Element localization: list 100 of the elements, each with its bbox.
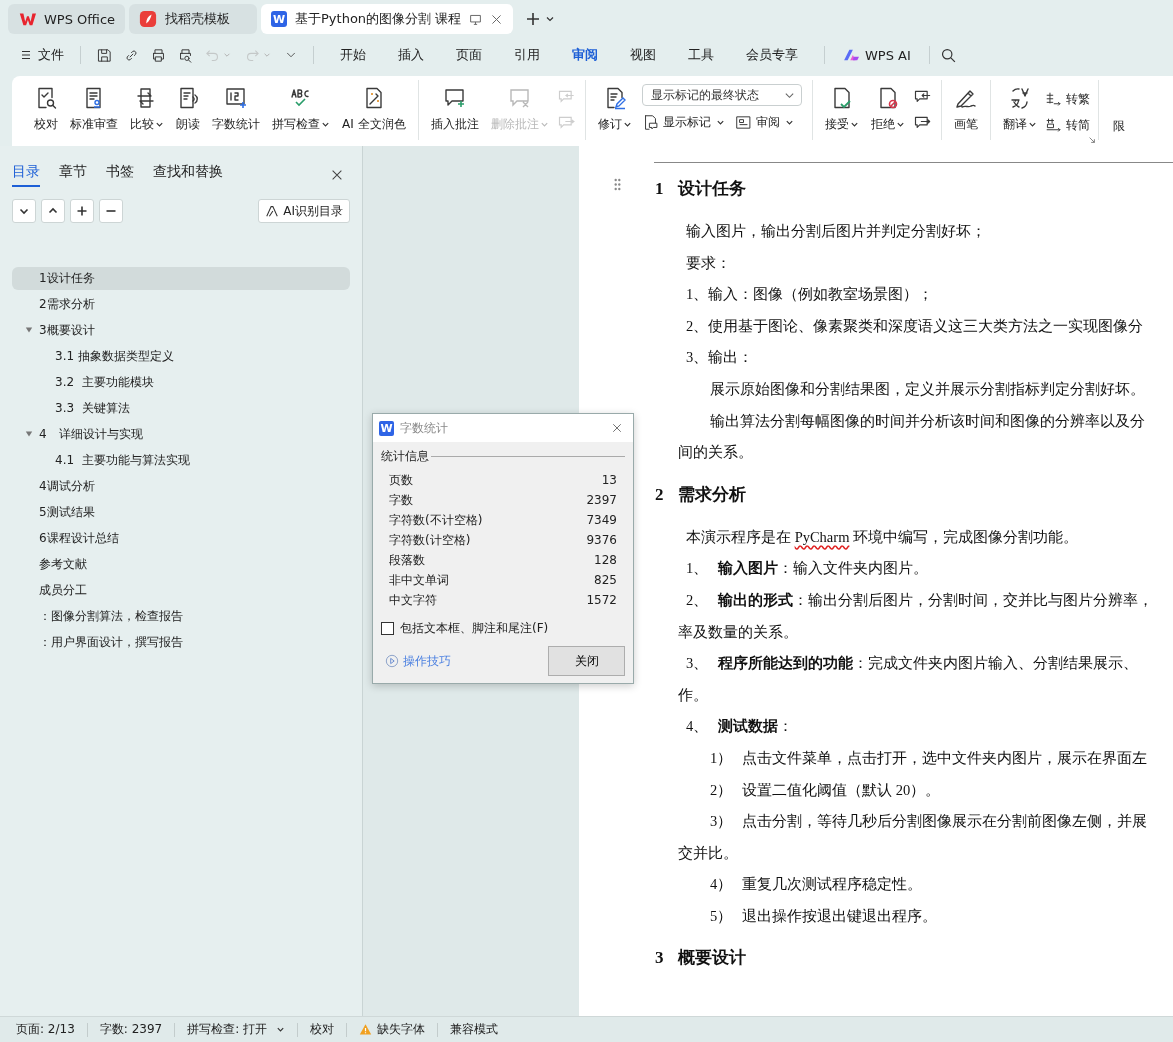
stat-label: 中文字符 — [389, 591, 437, 609]
ribbon-button[interactable]: 转简 — [1044, 114, 1090, 136]
stat-value: 7349 — [586, 513, 617, 527]
toc-item[interactable]: 3概要设计 — [12, 319, 350, 342]
ribbon-button[interactable]: 显示标记 — [641, 111, 725, 133]
add-comment-icon — [442, 86, 467, 110]
demote-button[interactable] — [99, 199, 123, 223]
toc-item[interactable]: ：用户界面设计，撰写报告 — [12, 631, 350, 654]
ribbon-button[interactable]: AI 全文润色 — [336, 84, 412, 135]
list-number: 3、 — [686, 654, 710, 674]
stat-value: 9376 — [586, 533, 617, 547]
ribbon-button[interactable]: 审阅 — [734, 111, 794, 133]
ribbon-button[interactable]: 接受 — [818, 84, 865, 135]
ai-toc-button[interactable]: AI识别目录 — [258, 199, 350, 223]
paragraph: 展示原始图像和分割结果图，定义并展示分割指标判定分割好坏。 — [709, 379, 1146, 399]
ribbon-button[interactable]: 朗读 — [170, 84, 206, 135]
file-label: 文件 — [38, 46, 64, 64]
status-item[interactable]: 校对 — [310, 1021, 335, 1038]
expand-button[interactable] — [41, 199, 65, 223]
wps-ai-button[interactable]: WPS AI — [835, 47, 919, 63]
monitor-icon[interactable] — [469, 12, 483, 26]
toc-item[interactable]: 1设计任务 — [12, 267, 350, 290]
stat-label: 字符数(计空格) — [389, 531, 471, 549]
ribbon-tab[interactable]: 会员专享 — [730, 38, 814, 72]
caret-icon[interactable] — [545, 14, 556, 24]
new-tab-icon[interactable] — [525, 11, 542, 27]
toc-item[interactable]: 5测试结果 — [12, 501, 350, 524]
ribbon-button[interactable]: 翻译 — [996, 84, 1043, 135]
ribbon-button[interactable]: 拒绝 — [864, 84, 911, 135]
status-item[interactable]: 缺失字体 — [377, 1021, 426, 1038]
search-icon[interactable] — [939, 46, 957, 64]
ribbon-button[interactable]: 画笔 — [947, 84, 984, 135]
toc-item[interactable]: 6课程设计总结 — [12, 527, 350, 550]
status-item[interactable]: 字数: 2397 — [99, 1021, 163, 1038]
ribbon-button[interactable]: 校对 — [28, 84, 64, 135]
paragraph: 交并比。 — [678, 843, 739, 863]
list-item-text: 输出的形式：输出分割后图片，分割时间，交并比与图片分辨率， — [718, 590, 1153, 610]
tips-link[interactable]: 操作技巧 — [403, 652, 451, 670]
window-tab[interactable]: W 基于Python的图像分割 课程 — [261, 4, 514, 34]
collapse-button[interactable] — [12, 199, 36, 223]
checkbox-label[interactable]: 包括文本框、脚注和尾注(F) — [400, 620, 549, 637]
ribbon-tab[interactable]: 页面 — [440, 38, 498, 72]
paragraph: 输入图片，输出分割后图片并判定分割好坏； — [685, 222, 987, 241]
ribbon-button[interactable]: 标准审查 — [64, 84, 124, 135]
pane-tab[interactable]: 章节 — [59, 163, 87, 187]
promote-button[interactable] — [70, 199, 94, 223]
list-number: 4、 — [686, 717, 710, 737]
status-dropdown[interactable]: 拼写检查: 打开 — [187, 1021, 286, 1038]
stat-value: 2397 — [586, 493, 617, 507]
window-tab[interactable]: 找稻壳模板 — [129, 4, 258, 34]
save-icon[interactable] — [96, 46, 113, 64]
ribbon-tab[interactable]: 引用 — [498, 38, 556, 72]
status-item[interactable]: 页面: 2/13 — [16, 1021, 75, 1038]
pane-tab[interactable]: 查找和替换 — [153, 163, 223, 187]
toc-item[interactable]: 2需求分析 — [12, 293, 350, 316]
stat-value: 128 — [594, 553, 617, 567]
checkbox[interactable] — [381, 622, 394, 635]
window-tab[interactable]: WPS Office — [8, 4, 126, 34]
toc-item[interactable]: ：图像分割算法，检查报告 — [12, 605, 350, 628]
convert-icon — [1044, 90, 1062, 108]
list-item-text: 点击分割，等待几秒后分割图像展示在分割前图像左侧，并展 — [742, 812, 1147, 832]
ribbon-tab[interactable]: 插入 — [382, 38, 440, 72]
close-icon[interactable] — [611, 422, 623, 434]
close-button[interactable]: 关闭 — [548, 646, 625, 676]
print-icon[interactable] — [150, 46, 167, 64]
file-menu[interactable]: 文件 — [14, 46, 70, 64]
ribbon-button[interactable]: 字数统计 — [206, 84, 266, 135]
ribbon-button[interactable]: 比较 — [124, 84, 170, 135]
ribbon-tab[interactable]: 视图 — [614, 38, 672, 72]
stat-value: 825 — [594, 573, 617, 587]
expand-arrow-icon[interactable] — [25, 430, 33, 438]
pane-tab[interactable]: 书签 — [106, 163, 134, 187]
status-item[interactable]: 兼容模式 — [450, 1021, 499, 1038]
toc-item[interactable]: 成员分工 — [12, 579, 350, 602]
toc-item[interactable]: 3.1 抽象数据类型定义 — [12, 345, 350, 368]
paragraph: 作。 — [678, 685, 709, 705]
toc-item[interactable]: 3.3 关键算法 — [12, 397, 350, 420]
close-icon[interactable] — [330, 168, 344, 182]
pane-tab[interactable]: 目录 — [12, 163, 40, 187]
close-icon[interactable] — [490, 12, 504, 26]
ribbon-button[interactable]: 限 — [1104, 84, 1125, 135]
markup-dropdown[interactable]: 显示标记的最终状态 — [641, 84, 802, 106]
drag-handle-icon[interactable] — [613, 177, 622, 192]
toc-item[interactable]: 参考文献 — [12, 553, 350, 576]
toc-item[interactable]: 4 详细设计与实现 — [12, 423, 350, 446]
toc-item[interactable]: 3.2 主要功能模块 — [12, 371, 350, 394]
list-item-text: 重复几次测试程序稳定性。 — [742, 875, 922, 895]
paragraph: 本演示程序是在 PyCharm 环境中编写，完成图像分割功能。 — [685, 527, 1080, 547]
expand-arrow-icon[interactable] — [25, 326, 33, 334]
ribbon-button[interactable]: 拼写检查 — [266, 84, 336, 135]
ribbon-tab[interactable]: 审阅 — [556, 38, 614, 72]
ribbon-button[interactable]: 插入批注 — [424, 84, 485, 135]
ribbon-button[interactable]: 转繁 — [1044, 88, 1090, 110]
ribbon-button[interactable]: 修订 — [591, 84, 638, 135]
print-preview-icon[interactable] — [177, 46, 194, 64]
dialog-launcher-icon[interactable] — [1087, 136, 1096, 144]
toc-item[interactable]: 4.1 主要功能与算法实现 — [12, 449, 350, 472]
ribbon-tab[interactable]: 工具 — [672, 38, 730, 72]
ribbon-tab[interactable]: 开始 — [324, 38, 382, 72]
toc-item[interactable]: 4调试分析 — [12, 475, 350, 498]
